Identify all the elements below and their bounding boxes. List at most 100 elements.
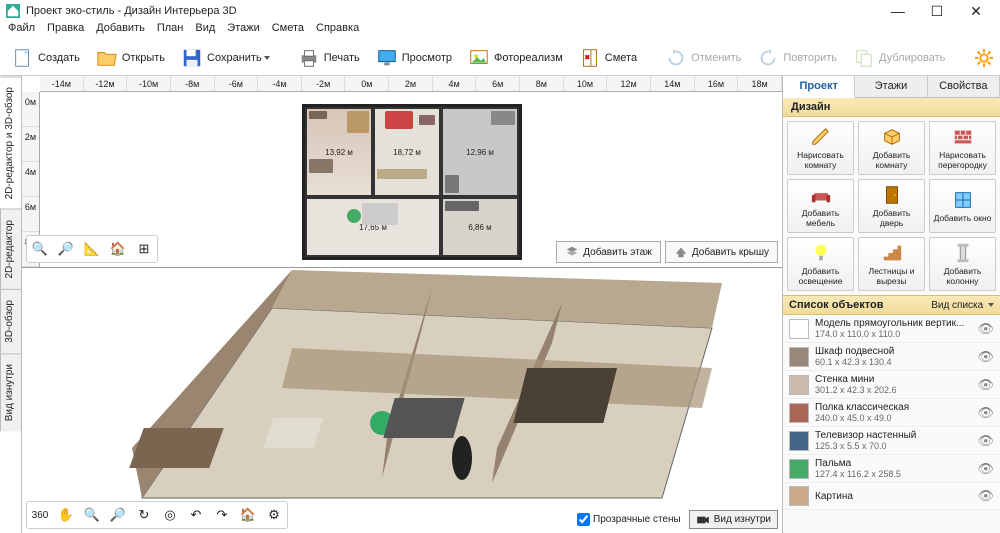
new-file-icon [12, 47, 34, 69]
tab-project[interactable]: Проект [783, 76, 855, 98]
list-item[interactable]: Модель прямоугольник вертик...174.0 x 11… [783, 315, 1000, 343]
menu-view[interactable]: Вид [195, 22, 215, 40]
tool-label: Нарисовать перегородку [932, 150, 993, 170]
room[interactable]: 17,65 м [305, 197, 441, 257]
sidetab-2d-3d[interactable]: 2D-редактор и 3D-обзор [0, 76, 21, 209]
add-window-button[interactable]: Добавить окно [929, 179, 996, 233]
target-icon[interactable]: ◎ [159, 504, 181, 526]
menu-add[interactable]: Добавить [96, 22, 145, 40]
maximize-button[interactable]: ☐ [919, 3, 955, 20]
ruler-mark: 8м [520, 76, 564, 91]
create-button[interactable]: Создать [6, 45, 86, 71]
floor-plan[interactable]: 13,92 м 18,72 м 12,96 м 17,6 [302, 104, 522, 260]
estimate-button[interactable]: Смета [573, 45, 643, 71]
menu-bar: Файл Правка Добавить План Вид Этажи Смет… [0, 22, 1000, 40]
object-name: Полка классическая [815, 402, 973, 413]
visibility-icon[interactable]: 👁 [977, 433, 994, 449]
tab-floors[interactable]: Этажи [855, 76, 927, 97]
duplicate-button[interactable]: Дублировать [847, 45, 951, 71]
object-name: Пальма [815, 458, 973, 469]
2d-viewport[interactable]: -14м-12м-10м-8м-6м-4м-2м0м2м4м6м8м10м12м… [22, 76, 782, 268]
pan-icon[interactable]: ✋ [55, 504, 77, 526]
lightbulb-icon [810, 242, 832, 264]
menu-floors[interactable]: Этажи [227, 22, 259, 40]
sidetab-inside[interactable]: Вид изнутри [0, 353, 21, 431]
menu-plan[interactable]: План [157, 22, 184, 40]
visibility-icon[interactable]: 👁 [977, 377, 994, 393]
object-thumb [789, 459, 809, 479]
add-room-button[interactable]: Добавить комнату [858, 121, 925, 175]
orbit-left-icon[interactable]: ↶ [185, 504, 207, 526]
list-item[interactable]: Полка классическая240.0 x 45.0 x 49.0👁 [783, 399, 1000, 427]
photoreal-button[interactable]: Фотореализм [462, 45, 569, 71]
room[interactable]: 6,86 м [441, 197, 519, 257]
zoom-out-icon[interactable]: 🔍 [29, 238, 51, 260]
undo-button[interactable]: Отменить [659, 45, 747, 71]
print-button[interactable]: Печать [292, 45, 366, 71]
3d-viewport[interactable]: 360 ✋ 🔍 🔎 ↻ ◎ ↶ ↷ 🏠 ⚙ Прозрачные стены В… [22, 268, 782, 533]
list-view-mode[interactable]: Вид списка [931, 300, 994, 311]
menu-file[interactable]: Файл [8, 22, 35, 40]
settings-button[interactable] [967, 45, 1000, 71]
draw-room-button[interactable]: Нарисовать комнату [787, 121, 854, 175]
list-view-label: Вид списка [931, 300, 983, 311]
add-floor-button[interactable]: Добавить этаж [556, 241, 661, 263]
list-item[interactable]: Шкаф подвесной60.1 x 42.3 x 130.4👁 [783, 343, 1000, 371]
preview-button[interactable]: Просмотр [370, 45, 458, 71]
add-roof-button[interactable]: Добавить крышу [665, 241, 778, 263]
home-icon[interactable]: 🏠 [237, 504, 259, 526]
stairs-cutouts-button[interactable]: Лестницы и вырезы [858, 237, 925, 291]
ruler-mark: 6м [22, 197, 39, 232]
ruler-icon[interactable]: 📐 [81, 238, 103, 260]
sidetab-2d[interactable]: 2D-редактор [0, 209, 21, 289]
add-floor-label: Добавить этаж [583, 247, 652, 258]
tool-label: Добавить колонну [932, 266, 993, 286]
open-button[interactable]: Открыть [90, 45, 171, 71]
transparent-walls-checkbox[interactable]: Прозрачные стены [577, 513, 681, 526]
visibility-icon[interactable]: 👁 [977, 405, 994, 421]
menu-help[interactable]: Справка [316, 22, 359, 40]
room[interactable]: 13,92 м [305, 107, 373, 197]
add-furniture-button[interactable]: Добавить мебель [787, 179, 854, 233]
list-item[interactable]: Телевизор настенный125.3 x 5.5 x 70.0👁 [783, 427, 1000, 455]
home-icon[interactable]: 🏠 [107, 238, 129, 260]
add-door-button[interactable]: Добавить дверь [858, 179, 925, 233]
inside-view-button[interactable]: Вид изнутри [689, 510, 778, 529]
list-item[interactable]: Пальма127.4 x 116.2 x 258.5 👁 [783, 455, 1000, 483]
grid-icon[interactable]: ⊞ [133, 238, 155, 260]
add-lighting-button[interactable]: Добавить освещение [787, 237, 854, 291]
list-item[interactable]: Стенка мини301.2 x 42.3 x 202.6👁 [783, 371, 1000, 399]
orbit-icon[interactable]: ↻ [133, 504, 155, 526]
menu-estimate[interactable]: Смета [272, 22, 304, 40]
ruler-mark: -8м [171, 76, 215, 91]
draw-partition-button[interactable]: Нарисовать перегородку [929, 121, 996, 175]
object-dim: 127.4 x 116.2 x 258.5 [815, 469, 973, 479]
settings-icon[interactable]: ⚙ [263, 504, 285, 526]
redo-button[interactable]: Повторить [751, 45, 843, 71]
minimize-button[interactable]: — [880, 3, 916, 19]
object-thumb [789, 319, 809, 339]
sidetab-3d[interactable]: 3D-обзор [0, 289, 21, 353]
visibility-icon[interactable]: 👁 [977, 349, 994, 365]
visibility-icon[interactable]: 👁 [977, 488, 994, 504]
room[interactable]: 18,72 м [373, 107, 441, 197]
menu-edit[interactable]: Правка [47, 22, 84, 40]
zoom-in-icon[interactable]: 🔎 [55, 238, 77, 260]
list-item[interactable]: Картина👁 [783, 483, 1000, 510]
save-button[interactable]: Сохранить [175, 45, 276, 71]
visibility-icon[interactable]: 👁 [977, 461, 994, 477]
zoom-out-icon[interactable]: 🔍 [81, 504, 103, 526]
room[interactable]: 12,96 м [441, 107, 519, 197]
zoom-in-icon[interactable]: 🔎 [107, 504, 129, 526]
orbit-right-icon[interactable]: ↷ [211, 504, 233, 526]
add-column-button[interactable]: Добавить колонну [929, 237, 996, 291]
ruler-mark: 0м [345, 76, 389, 91]
save-icon [181, 47, 203, 69]
right-panel: Проект Этажи Свойства Дизайн Нарисовать … [782, 76, 1000, 533]
close-button[interactable]: ✕ [958, 3, 994, 20]
visibility-icon[interactable]: 👁 [977, 321, 994, 337]
rotate360-icon[interactable]: 360 [29, 504, 51, 526]
tab-properties[interactable]: Свойства [928, 76, 1000, 97]
ruler-mark: -10м [127, 76, 171, 91]
tool-label: Добавить мебель [790, 208, 851, 228]
